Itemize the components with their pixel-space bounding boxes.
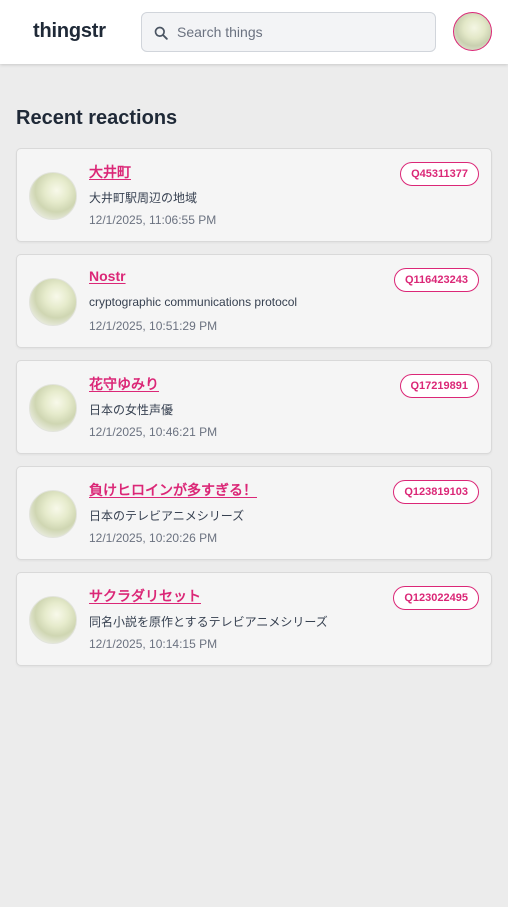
thing-description: 同名小説を原作とするテレビアニメシリーズ [89, 615, 328, 629]
reaction-card: 大井町 大井町駅周辺の地域 12/1/2025, 11:06:55 PM Q45… [16, 148, 492, 242]
thing-thumbnail[interactable] [29, 278, 77, 326]
reaction-card: 負けヒロインが多すぎる！ 日本のテレビアニメシリーズ 12/1/2025, 10… [16, 466, 492, 560]
top-bar: thingstr [0, 0, 508, 64]
thing-thumbnail[interactable] [29, 172, 77, 220]
page-title: Recent reactions [16, 107, 178, 129]
reaction-timestamp: 12/1/2025, 10:46:21 PM [89, 425, 218, 439]
search-icon [154, 26, 168, 40]
thing-thumbnail[interactable] [29, 384, 77, 432]
wikidata-id-badge[interactable]: Q123022495 [393, 586, 479, 610]
wikidata-id-badge[interactable]: Q45311377 [400, 162, 479, 186]
wikidata-id-badge[interactable]: Q123819103 [393, 480, 479, 504]
thing-title-link[interactable]: 大井町 [89, 162, 131, 182]
thing-description: 大井町駅周辺の地域 [89, 191, 198, 205]
thing-description: 日本のテレビアニメシリーズ [89, 509, 245, 523]
wikidata-id-badge[interactable]: Q17219891 [399, 374, 479, 398]
search-box[interactable] [141, 12, 436, 52]
thing-description: 日本の女性声優 [89, 403, 174, 417]
reaction-card: サクラダリセット 同名小説を原作とするテレビアニメシリーズ 12/1/2025,… [16, 572, 492, 666]
thing-title-link[interactable]: Nostr [89, 268, 126, 284]
reaction-timestamp: 12/1/2025, 10:20:26 PM [89, 531, 218, 545]
thing-description: cryptographic communications protocol [89, 295, 298, 309]
wikidata-id-badge[interactable]: Q116423243 [393, 268, 479, 292]
search-input[interactable] [177, 13, 427, 51]
thing-title-link[interactable]: サクラダリセット [89, 586, 201, 606]
reaction-timestamp: 12/1/2025, 11:06:55 PM [89, 213, 217, 227]
reaction-list: 大井町 大井町駅周辺の地域 12/1/2025, 11:06:55 PM Q45… [16, 148, 492, 678]
thing-thumbnail[interactable] [29, 596, 77, 644]
thing-thumbnail[interactable] [29, 490, 77, 538]
brand-logo[interactable]: thingstr [33, 20, 106, 43]
reaction-card: 花守ゆみり 日本の女性声優 12/1/2025, 10:46:21 PM Q17… [16, 360, 492, 454]
reaction-timestamp: 12/1/2025, 10:14:15 PM [89, 637, 218, 651]
thing-title-link[interactable]: 負けヒロインが多すぎる！ [89, 480, 257, 500]
reaction-timestamp: 12/1/2025, 10:51:29 PM [89, 319, 218, 333]
user-avatar[interactable] [453, 12, 492, 51]
reaction-card: Nostr cryptographic communications proto… [16, 254, 492, 348]
thing-title-link[interactable]: 花守ゆみり [89, 374, 159, 394]
